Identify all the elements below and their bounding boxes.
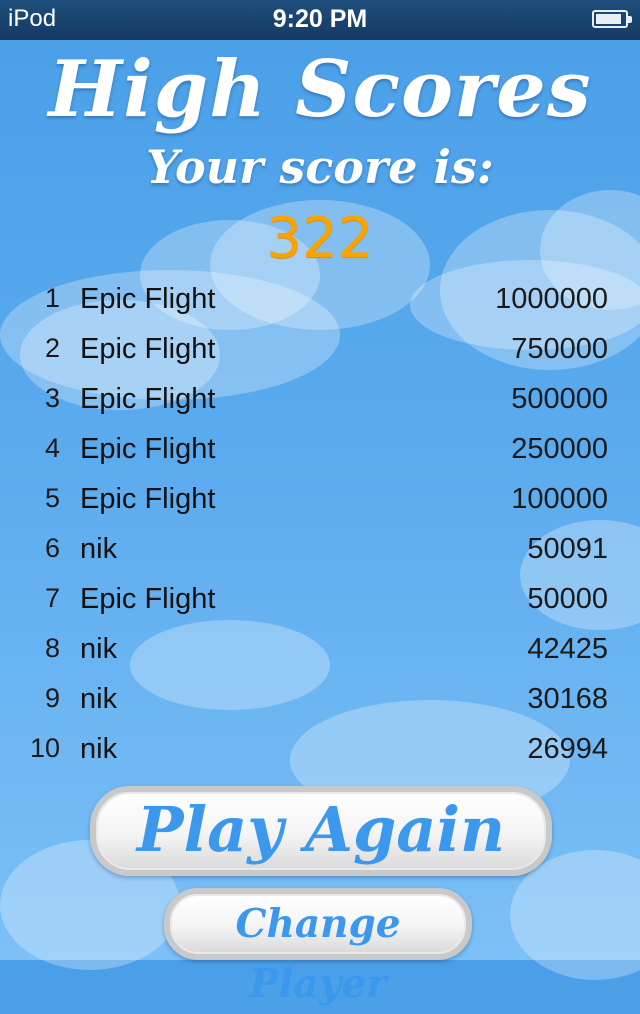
score-label: Your score is: [146,140,494,194]
player-name: nik [80,683,118,715]
score-row: 3 Epic Flight 500000 [0,374,640,424]
score-rank: 6 [44,533,60,563]
score-rank: 5 [44,483,60,513]
current-score: 322 [266,206,374,271]
score-points: 250000 [511,433,608,465]
score-rank: 1 [44,283,60,313]
score-row: 1 Epic Flight 1000000 [0,274,640,324]
score-points: 100000 [511,483,608,515]
score-points: 50000 [527,583,608,615]
battery-icon [592,10,632,28]
high-score-list: 1 Epic Flight 1000000 2 Epic Flight 750000 3 Ep… [0,274,640,774]
player-name: Epic Flight [80,383,216,415]
score-row: 8 nik 42425 [0,624,640,674]
play-again-button[interactable]: Play Again [90,786,552,876]
change-player-button[interactable]: Change Player [164,888,472,1007]
score-row: 7 Epic Flight 50000 [0,574,640,624]
page-title: High Scores [48,44,592,135]
clock: 9:20 PM [272,5,368,33]
player-name: nik [80,533,118,565]
score-rank: 7 [44,583,60,613]
score-rank: 9 [44,683,60,713]
player-name: nik [80,633,118,665]
score-row: 10 nik 26994 [0,724,640,774]
player-name: Epic Flight [80,483,216,515]
score-points: 42425 [527,633,608,665]
player-name: Epic Flight [80,583,216,615]
score-row: 2 Epic Flight 750000 [0,324,640,374]
score-points: 1000000 [495,283,608,315]
score-rank: 8 [44,633,60,663]
score-row: 6 nik 50091 [0,524,640,574]
player-name: nik [80,733,118,765]
player-name: Epic Flight [80,283,216,315]
score-rank: 3 [44,383,60,413]
score-points: 500000 [511,383,608,415]
score-points: 750000 [511,333,608,365]
status-bar: iPod 9:20 PM [0,0,640,40]
score-points: 50091 [527,533,608,565]
score-row: 5 Epic Flight 100000 [0,474,640,524]
battery-level [596,14,621,24]
score-rank: 2 [44,333,60,363]
score-points: 30168 [527,683,608,715]
player-name: Epic Flight [80,333,216,365]
score-rank: 4 [44,433,60,463]
score-row: 4 Epic Flight 250000 [0,424,640,474]
score-row: 9 nik 30168 [0,674,640,724]
score-points: 26994 [527,733,608,765]
player-name: Epic Flight [80,433,216,465]
score-rank: 10 [29,733,60,763]
